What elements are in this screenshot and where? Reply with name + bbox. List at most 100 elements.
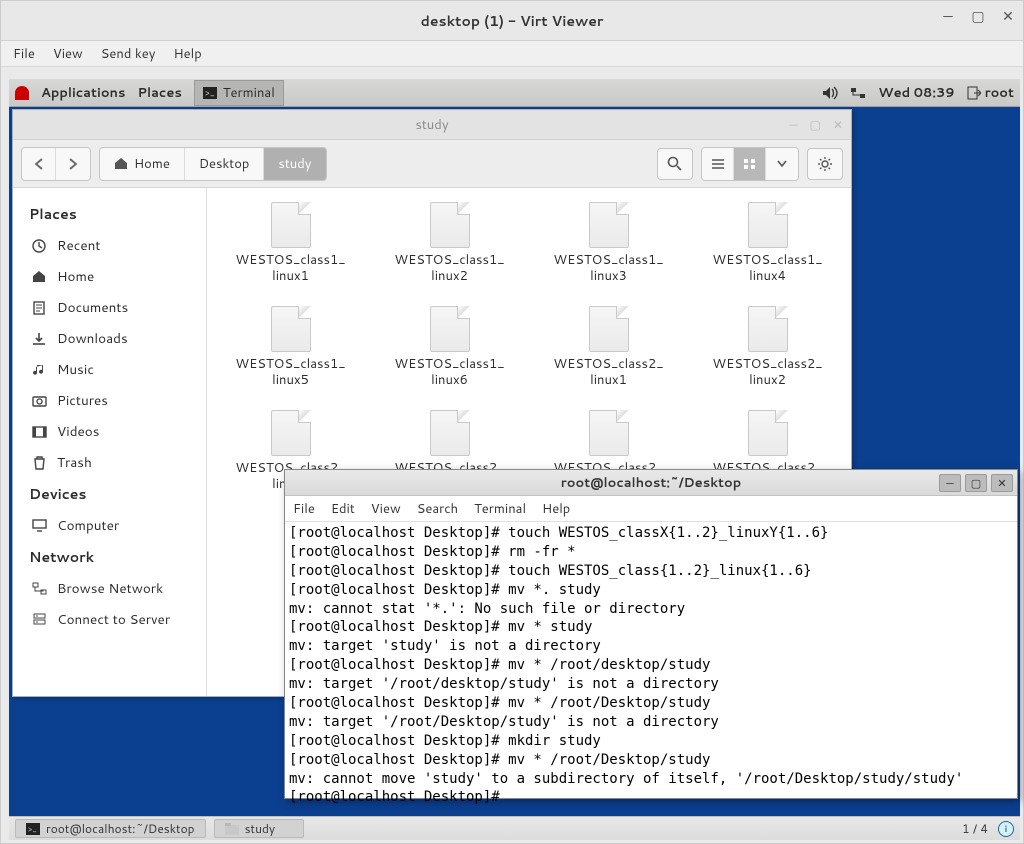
sidebar-item-label: Connect to Server <box>57 610 170 629</box>
gnome-top-panel: Applications Places >_ Terminal Wed 08:3… <box>9 79 1020 107</box>
clock-icon <box>31 238 47 254</box>
file-label: WESTOS_class1_linux1 <box>235 252 345 285</box>
virt-menu-view[interactable]: View <box>53 45 83 63</box>
sidebar-item-connect-to-server[interactable]: Connect to Server <box>13 604 206 635</box>
file-item[interactable]: WESTOS_class2_linux1 <box>533 306 684 406</box>
distro-hat-icon <box>15 86 29 100</box>
nav-forward-button[interactable] <box>56 148 90 180</box>
file-label: WESTOS_class1_linux4 <box>712 252 822 285</box>
breadcrumb-study[interactable]: study <box>264 148 325 180</box>
sidebar-item-label: Recent <box>57 236 100 255</box>
breadcrumb: Home Desktop study <box>99 147 327 181</box>
terminal-titlebar[interactable]: root@localhost:~/Desktop — ▢ ✕ <box>285 470 1017 496</box>
terminal-close-button[interactable]: ✕ <box>991 474 1013 492</box>
virt-menu-help[interactable]: Help <box>173 45 201 63</box>
terminal-output[interactable]: [root@localhost Desktop]# touch WESTOS_c… <box>285 522 1017 809</box>
file-item[interactable]: WESTOS_class2_linux2 <box>692 306 843 406</box>
terminal-menu-file[interactable]: File <box>293 500 315 518</box>
sidebar-item-computer[interactable]: Computer <box>13 510 206 541</box>
terminal-menu-edit[interactable]: Edit <box>331 500 355 518</box>
breadcrumb-home[interactable]: Home <box>100 148 185 180</box>
virt-window-controls: — ▢ ✕ <box>941 9 1015 23</box>
taskbar-item-terminal[interactable]: >_ root@localhost:~/Desktop <box>15 819 206 838</box>
virt-menu-file[interactable]: File <box>13 45 35 63</box>
file-item[interactable]: WESTOS_class1_linux5 <box>215 306 366 406</box>
nav-back-button[interactable] <box>22 148 56 180</box>
sidebar-item-music[interactable]: Music <box>13 354 206 385</box>
file-label: WESTOS_class2_linux2 <box>712 356 822 389</box>
breadcrumb-desktop[interactable]: Desktop <box>185 148 265 180</box>
files-maximize-icon[interactable]: ▢ <box>810 116 821 133</box>
terminal-menu-view[interactable]: View <box>371 500 401 518</box>
panel-clock[interactable]: Wed 08:39 <box>878 84 954 102</box>
file-icon <box>271 202 311 248</box>
file-item[interactable]: WESTOS_class1_linux2 <box>374 202 525 302</box>
sidebar-item-label: Browse Network <box>57 579 163 598</box>
network-icon[interactable] <box>850 86 866 100</box>
info-badge-icon[interactable]: i <box>998 821 1014 837</box>
search-button[interactable] <box>657 148 693 180</box>
list-icon <box>711 158 725 170</box>
file-label: WESTOS_class1_linux2 <box>394 252 504 285</box>
sidebar-item-documents[interactable]: Documents <box>13 292 206 323</box>
file-item[interactable]: WESTOS_class1_linux1 <box>215 202 366 302</box>
terminal-icon: >_ <box>203 87 217 99</box>
close-icon[interactable]: ✕ <box>1001 9 1015 23</box>
file-icon <box>271 306 311 352</box>
sidebar-item-pictures[interactable]: Pictures <box>13 385 206 416</box>
panel-places[interactable]: Places <box>137 84 181 102</box>
trash-icon <box>31 455 47 471</box>
taskbar-item-files[interactable]: study <box>214 819 304 838</box>
settings-button[interactable] <box>807 148 843 180</box>
file-label: WESTOS_class1_linux6 <box>394 356 504 389</box>
chevron-right-icon <box>68 158 78 170</box>
file-icon <box>748 410 788 456</box>
doc-icon <box>31 300 47 316</box>
file-icon <box>430 306 470 352</box>
panel-applications[interactable]: Applications <box>41 84 125 102</box>
sidebar-item-recent[interactable]: Recent <box>13 230 206 261</box>
terminal-maximize-button[interactable]: ▢ <box>965 474 987 492</box>
file-icon <box>589 202 629 248</box>
virt-menu-sendkey[interactable]: Send key <box>101 45 156 63</box>
terminal-minimize-button[interactable]: — <box>939 474 961 492</box>
svg-text:>_: >_ <box>205 87 215 99</box>
view-grid-button[interactable] <box>734 148 766 180</box>
terminal-window: root@localhost:~/Desktop — ▢ ✕ File Edit… <box>284 469 1018 799</box>
file-item[interactable]: WESTOS_class1_linux4 <box>692 202 843 302</box>
files-close-icon[interactable]: ✕ <box>833 116 843 133</box>
file-label: WESTOS_class1_linux5 <box>235 356 345 389</box>
file-item[interactable]: WESTOS_class1_linux6 <box>374 306 525 406</box>
file-icon <box>430 410 470 456</box>
sidebar-item-videos[interactable]: Videos <box>13 416 206 447</box>
maximize-icon[interactable]: ▢ <box>971 9 985 23</box>
sidebar-item-label: Home <box>57 267 94 286</box>
file-label: WESTOS_class1_linux3 <box>553 252 663 285</box>
netbrowse-icon <box>31 581 47 597</box>
sidebar-item-browse-network[interactable]: Browse Network <box>13 573 206 604</box>
files-minimize-icon[interactable]: — <box>789 116 797 133</box>
volume-icon[interactable] <box>822 86 838 100</box>
terminal-menu-terminal[interactable]: Terminal <box>474 500 526 518</box>
server-icon <box>31 612 47 628</box>
minimize-icon[interactable]: — <box>941 9 955 23</box>
panel-active-app[interactable]: >_ Terminal <box>194 80 284 106</box>
terminal-menu-help[interactable]: Help <box>542 500 570 518</box>
chevron-left-icon <box>34 158 44 170</box>
files-title: study <box>415 116 448 134</box>
sidebar-item-trash[interactable]: Trash <box>13 447 206 478</box>
view-list-button[interactable] <box>702 148 734 180</box>
file-icon <box>589 306 629 352</box>
sidebar-item-home[interactable]: Home <box>13 261 206 292</box>
view-options-button[interactable] <box>766 148 798 180</box>
gear-icon <box>817 156 833 172</box>
panel-user[interactable]: root <box>967 84 1014 102</box>
sidebar-item-downloads[interactable]: Downloads <box>13 323 206 354</box>
sidebar-item-label: Documents <box>57 298 128 317</box>
bottom-taskbar: >_ root@localhost:~/Desktop study 1 / 4 … <box>9 816 1020 840</box>
guest-desktop: Applications Places >_ Terminal Wed 08:3… <box>9 79 1020 816</box>
file-item[interactable]: WESTOS_class1_linux3 <box>533 202 684 302</box>
terminal-menu-search[interactable]: Search <box>417 500 458 518</box>
workspace-indicator[interactable]: 1 / 4 <box>962 820 988 837</box>
chevron-down-icon <box>777 160 787 168</box>
